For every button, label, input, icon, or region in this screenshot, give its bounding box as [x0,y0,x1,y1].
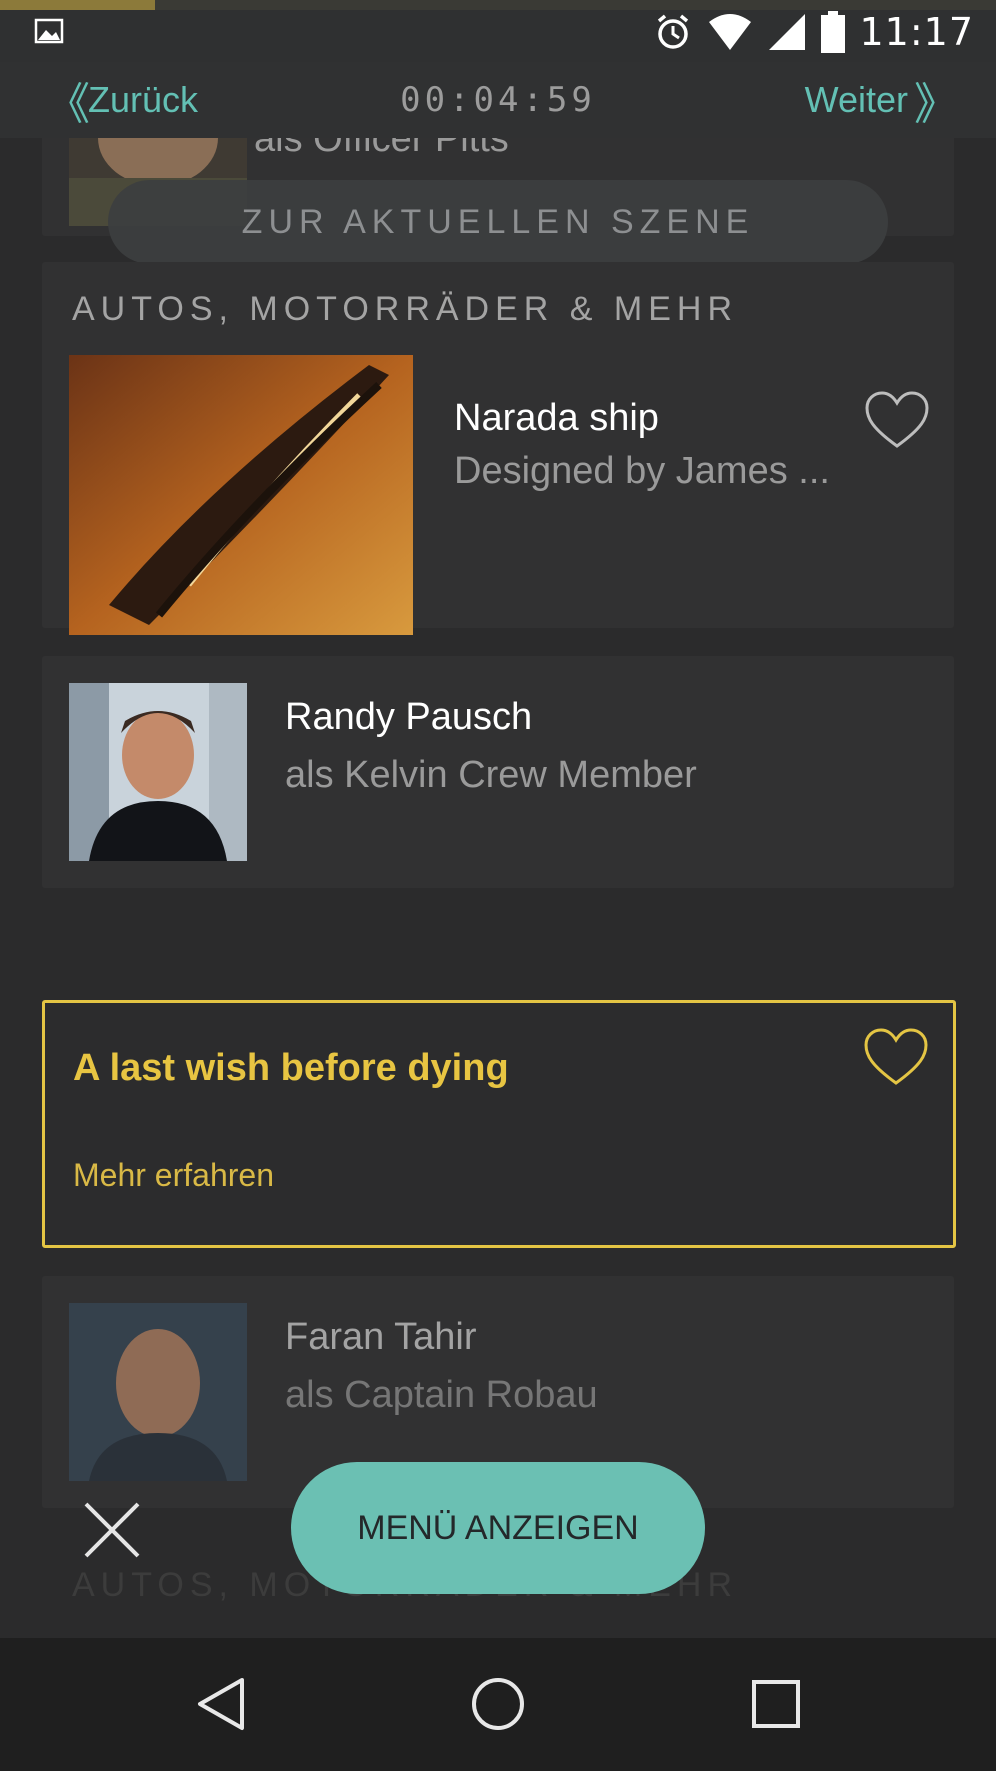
next-button[interactable]: Weiter 》 [804,62,958,138]
role-label: als Captain Robau [285,1374,598,1416]
double-chevron-right-icon: 》 [914,80,958,129]
show-menu-button[interactable]: MENÜ ANZEIGEN [291,1462,705,1594]
actor-name: Randy Pausch [285,696,533,738]
cast-card-randy-pausch[interactable]: Randy Pausch als Kelvin Crew Member [42,656,954,888]
trivia-highlight-card[interactable]: A last wish before dying Mehr erfahren [42,1000,956,1248]
status-icons: 11:17 [653,10,974,54]
recents-square-icon[interactable] [746,1674,806,1734]
trivia-title: A last wish before dying [73,1047,509,1089]
favorite-heart-icon[interactable] [864,390,930,450]
playback-progress-fill [0,0,155,10]
back-triangle-icon[interactable] [192,1674,252,1734]
vehicles-section-card: AUTOS, MOTORRÄDER & MEHR Narada ship Des… [42,262,954,635]
top-nav-bar: 《 Zurück 00:04:59 Weiter 》 [0,62,996,138]
narada-ship-image [69,355,413,635]
role-label: als Officer Pitts [254,138,509,160]
wifi-icon [709,14,752,50]
playback-progress-track [0,0,996,10]
system-navigation-bar [0,1638,996,1771]
battery-icon [821,11,846,53]
actor-photo-randy-pausch [69,683,247,861]
favorite-heart-icon[interactable] [863,1027,929,1087]
actor-photo-faran-tahir [69,1303,247,1481]
actor-name: Faran Tahir [285,1316,477,1358]
role-label: als Kelvin Crew Member [285,754,697,796]
item-subtitle: Designed by James ... [454,450,830,492]
status-bar: 11:17 [0,0,996,62]
current-scene-button[interactable]: ZUR AKTUELLEN SZENE [108,180,888,264]
alarm-icon [658,14,689,49]
item-title: Narada ship [454,397,659,439]
next-label: Weiter [804,79,908,120]
close-icon[interactable] [82,1500,142,1560]
scene-content-list[interactable]: als Officer Pitts ZUR AKTUELLEN SZENE AU… [0,138,996,1638]
gallery-icon [34,18,64,44]
learn-more-link[interactable]: Mehr erfahren [73,1157,274,1194]
status-time: 11:17 [859,10,974,54]
signal-icon [769,14,806,50]
section-title: AUTOS, MOTORRÄDER & MEHR [72,290,739,328]
home-circle-icon[interactable] [468,1674,528,1734]
